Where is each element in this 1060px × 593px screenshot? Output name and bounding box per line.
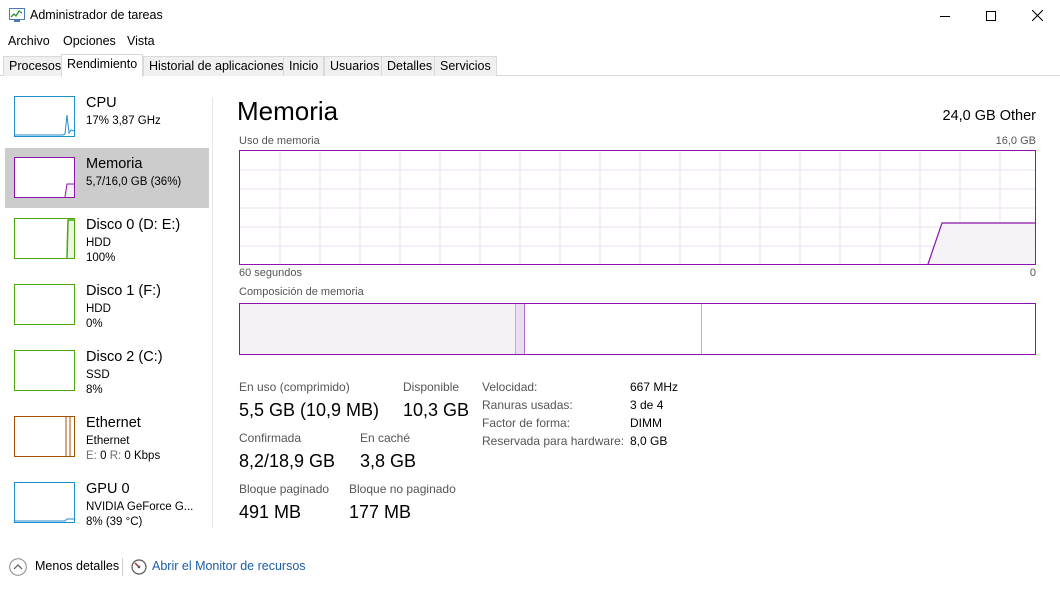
available-label: Disponible xyxy=(403,380,460,394)
paged-pool-value: 491 MB xyxy=(239,502,302,522)
memory-total: 24,0 GB Other xyxy=(942,108,1037,124)
composition-free xyxy=(702,304,1035,354)
sidebar-item-name: Disco 1 (F:) xyxy=(86,283,161,299)
hardware-reserved-value: 8,0 GB xyxy=(630,434,668,448)
disk0-thumbnail-graph xyxy=(14,218,75,259)
sidebar-item-type: SSD xyxy=(86,369,110,381)
committed-label: Confirmada xyxy=(239,431,302,445)
resource-monitor-label: Abrir el Monitor de recursos xyxy=(152,559,306,573)
sidebar-item-usage: 8% (39 °C) xyxy=(86,516,143,528)
graph-time-start: 60 segundos xyxy=(239,267,302,279)
composition-in-use xyxy=(240,304,515,354)
memory-usage-graph xyxy=(239,150,1036,265)
cached-value: 3,8 GB xyxy=(360,451,417,471)
ethernet-thumbnail-graph xyxy=(14,416,75,457)
sidebar-item-name: Disco 0 (D: E:) xyxy=(86,217,181,233)
usage-graph-label: Uso de memoria xyxy=(239,135,320,147)
panel-divider xyxy=(212,98,213,528)
sidebar-item-detail: 17% 3,87 GHz xyxy=(86,115,161,127)
sidebar-item-model: NVIDIA GeForce G... xyxy=(86,501,194,513)
sidebar-item-disco-1[interactable]: Disco 1 (F:) HDD 0% xyxy=(5,280,209,340)
in-use-value: 5,5 GB (10,9 MB) xyxy=(239,400,380,420)
minimize-button[interactable] xyxy=(922,0,968,31)
tab-historial[interactable]: Historial de aplicaciones xyxy=(143,56,290,76)
slots-label: Ranuras usadas: xyxy=(482,398,573,412)
sidebar-item-type: HDD xyxy=(86,303,111,315)
chevron-up-icon xyxy=(9,558,27,576)
sidebar-item-memoria[interactable]: Memoria 5,7/16,0 GB (36%) xyxy=(5,148,209,208)
speed-value: 667 MHz xyxy=(630,380,679,394)
resource-monitor-icon xyxy=(131,559,147,575)
menu-archivo[interactable]: Archivo xyxy=(8,34,50,48)
send-value: 0 xyxy=(100,450,107,462)
composition-standby xyxy=(525,304,702,354)
usage-graph-max: 16,0 GB xyxy=(995,135,1036,147)
page-title: Memoria xyxy=(237,96,339,126)
composition-modified xyxy=(515,304,525,354)
tab-rendimiento[interactable]: Rendimiento xyxy=(61,54,144,77)
task-manager-icon xyxy=(9,8,25,22)
sidebar-item-name: Disco 2 (C:) xyxy=(86,349,163,365)
sidebar-item-detail: 5,7/16,0 GB (36%) xyxy=(86,176,182,188)
disk1-thumbnail-graph xyxy=(14,284,75,325)
tab-procesos[interactable]: Procesos xyxy=(3,56,68,76)
slots-value: 3 de 4 xyxy=(630,398,664,412)
tab-servicios[interactable]: Servicios xyxy=(434,56,497,76)
sidebar-item-usage: 0% xyxy=(86,318,103,330)
nonpaged-pool-value: 177 MB xyxy=(349,502,412,522)
gpu-thumbnail-graph xyxy=(14,482,75,523)
available-value: 10,3 GB xyxy=(403,400,470,420)
sidebar-item-name: CPU xyxy=(86,95,117,111)
sidebar-item-adapter: Ethernet xyxy=(86,435,130,447)
tab-detalles[interactable]: Detalles xyxy=(381,56,439,76)
sidebar-item-name: Ethernet xyxy=(86,415,141,431)
form-factor-label: Factor de forma: xyxy=(482,416,571,430)
cached-label: En caché xyxy=(360,431,411,445)
tab-bar: Procesos Rendimiento Historial de aplica… xyxy=(0,54,1060,77)
memory-thumbnail-graph xyxy=(14,157,75,198)
title-bar: Administrador de tareas xyxy=(0,0,1060,31)
memory-composition-bar xyxy=(239,303,1036,355)
disk2-thumbnail-graph xyxy=(14,350,75,391)
graph-time-end: 0 xyxy=(1029,267,1036,279)
tab-inicio[interactable]: Inicio xyxy=(283,56,325,76)
minimize-icon xyxy=(940,15,950,17)
sidebar-item-disco-2[interactable]: Disco 2 (C:) SSD 8% xyxy=(5,346,209,406)
speed-label: Velocidad: xyxy=(482,380,538,394)
fewer-details-label: Menos detalles xyxy=(35,559,120,573)
close-icon xyxy=(1031,10,1043,21)
sidebar-item-throughput: E: 0 R: 0 Kbps xyxy=(86,450,160,462)
maximize-icon xyxy=(986,10,996,21)
nonpaged-pool-label: Bloque no paginado xyxy=(349,482,456,496)
maximize-button[interactable] xyxy=(968,0,1014,31)
footer: Menos detalles Abrir el Monitor de recur… xyxy=(0,553,1060,583)
paged-pool-label: Bloque paginado xyxy=(239,482,330,496)
committed-value: 8,2/18,9 GB xyxy=(239,451,336,471)
sidebar-item-name: GPU 0 xyxy=(86,481,130,497)
sidebar-item-name: Memoria xyxy=(86,156,143,172)
menu-vista[interactable]: Vista xyxy=(127,34,155,48)
footer-separator xyxy=(122,558,123,576)
window-title: Administrador de tareas xyxy=(30,8,163,22)
close-button[interactable] xyxy=(1014,0,1060,31)
menu-bar: Archivo Opciones Vista xyxy=(0,31,1060,51)
tab-usuarios[interactable]: Usuarios xyxy=(324,56,386,76)
sidebar-item-gpu-0[interactable]: GPU 0 NVIDIA GeForce G... 8% (39 °C) xyxy=(5,478,209,538)
send-label: E: xyxy=(86,450,97,462)
sidebar-item-type: HDD xyxy=(86,237,111,249)
sidebar-item-cpu[interactable]: CPU 17% 3,87 GHz xyxy=(5,92,209,152)
receive-value: 0 Kbps xyxy=(124,450,161,462)
receive-label: R: xyxy=(109,450,122,462)
sidebar-item-usage: 8% xyxy=(86,384,103,396)
hardware-reserved-label: Reservada para hardware: xyxy=(482,434,625,448)
in-use-label: En uso (comprimido) xyxy=(239,380,350,394)
composition-label: Composición de memoria xyxy=(239,286,364,298)
sidebar-item-ethernet[interactable]: Ethernet Ethernet E: 0 R: 0 Kbps xyxy=(5,412,209,472)
sidebar-item-disco-0[interactable]: Disco 0 (D: E:) HDD 100% xyxy=(5,214,209,274)
form-factor-value: DIMM xyxy=(630,416,662,430)
menu-opciones[interactable]: Opciones xyxy=(63,34,116,48)
sidebar-item-usage: 100% xyxy=(86,252,116,264)
cpu-thumbnail-graph xyxy=(14,96,75,137)
